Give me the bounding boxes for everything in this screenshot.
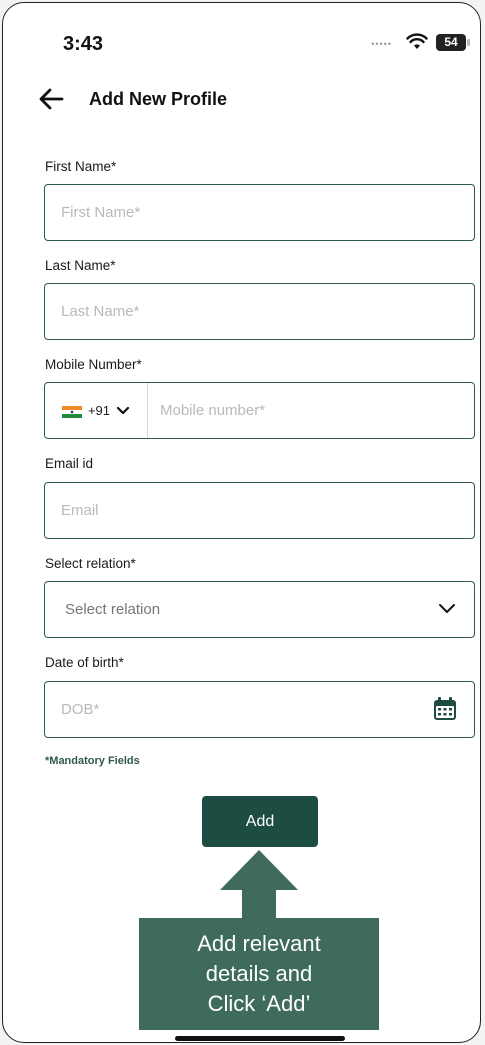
callout-line-3: Click ‘Add’ bbox=[207, 991, 311, 1016]
country-code-label: +91 bbox=[87, 403, 111, 418]
battery-icon: 54 bbox=[436, 34, 470, 51]
relation-select-value: Select relation bbox=[65, 601, 161, 618]
calendar-icon[interactable] bbox=[432, 696, 458, 722]
email-input[interactable] bbox=[45, 483, 474, 538]
add-button[interactable]: Add bbox=[202, 796, 318, 847]
mandatory-fields-note: *Mandatory Fields bbox=[45, 755, 140, 767]
page-title: Add New Profile bbox=[89, 89, 228, 109]
india-flag-icon bbox=[61, 405, 82, 418]
mobile-number-label: Mobile Number* bbox=[45, 357, 142, 372]
last-name-label: Last Name* bbox=[45, 258, 116, 273]
relation-select[interactable]: Select relation bbox=[44, 581, 475, 638]
phone-screen: 3:43 ••••• 54 Add New Profile First Name… bbox=[2, 2, 481, 1043]
last-name-field bbox=[44, 283, 475, 340]
mobile-input-wrap bbox=[148, 383, 474, 438]
home-indicator[interactable] bbox=[175, 1036, 345, 1041]
dob-field bbox=[44, 681, 475, 738]
chevron-down-icon bbox=[439, 604, 455, 613]
wifi-icon bbox=[406, 33, 428, 49]
first-name-label: First Name* bbox=[45, 159, 117, 174]
mobile-number-field: +91 bbox=[44, 382, 475, 439]
first-name-input[interactable] bbox=[45, 185, 474, 240]
chevron-down-icon bbox=[116, 406, 130, 414]
dob-input[interactable] bbox=[45, 682, 474, 737]
callout-line-2: details and bbox=[205, 961, 313, 986]
email-label: Email id bbox=[45, 456, 94, 471]
status-bar-right: ••••• 54 bbox=[350, 31, 470, 53]
back-arrow-icon[interactable] bbox=[37, 85, 65, 113]
signal-dots-icon: ••••• bbox=[371, 39, 392, 49]
instruction-callout: Add relevant details and Click ‘Add’ bbox=[139, 920, 379, 1028]
country-code-selector[interactable]: +91 bbox=[45, 383, 148, 438]
dob-label: Date of birth* bbox=[45, 655, 124, 670]
status-time: 3:43 bbox=[63, 33, 104, 55]
last-name-input[interactable] bbox=[45, 284, 474, 339]
callout-line-1: Add relevant bbox=[197, 931, 321, 956]
relation-label: Select relation* bbox=[45, 556, 136, 571]
first-name-field bbox=[44, 184, 475, 241]
email-field bbox=[44, 482, 475, 539]
mobile-number-input[interactable] bbox=[148, 383, 474, 438]
